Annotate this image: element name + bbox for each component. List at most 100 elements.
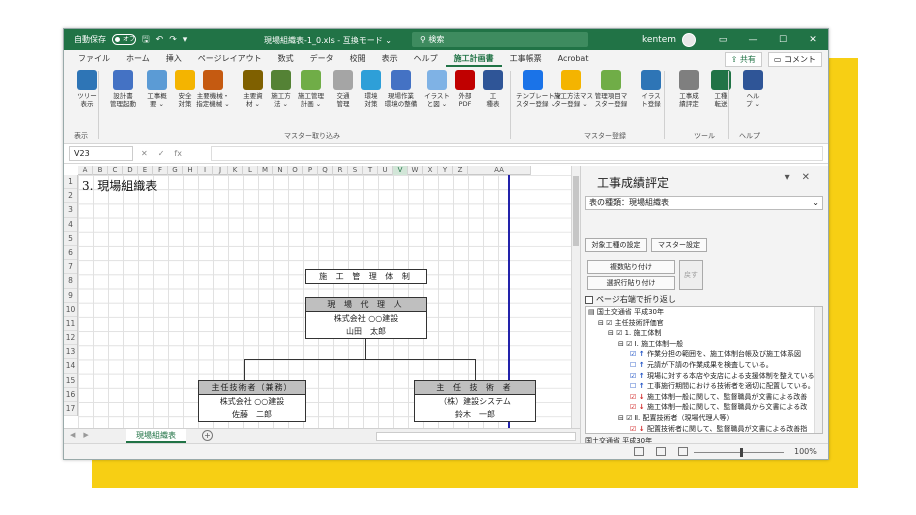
row-header[interactable]: 4 — [64, 218, 77, 232]
tab-view[interactable]: 表示 — [374, 50, 406, 67]
wrap-checkbox-row[interactable]: ページ右端で折り返し — [585, 294, 676, 305]
ribbon-button-7[interactable]: 施工管理 計画 ⌄ — [294, 70, 328, 108]
zoom-slider[interactable] — [694, 448, 784, 457]
column-header[interactable]: Q — [318, 166, 333, 175]
ribbon-button-9[interactable]: 環境 対策 — [354, 70, 388, 108]
tab-insert[interactable]: 挿入 — [158, 50, 190, 67]
wrap-checkbox[interactable] — [585, 295, 593, 304]
column-header[interactable]: I — [198, 166, 213, 175]
row-header[interactable]: 12 — [64, 331, 77, 346]
row-header[interactable]: 15 — [64, 374, 77, 388]
tree-item[interactable]: ⊟ ☑ Ⅱ. 配置技術者（現場代理人等） — [586, 413, 822, 424]
column-header[interactable]: X — [423, 166, 438, 175]
scroll-thumb[interactable] — [573, 176, 579, 246]
tree-item[interactable]: ⊟ ☑ 1. 施工体制 — [586, 328, 822, 339]
tab-formulas[interactable]: 数式 — [270, 50, 302, 67]
page-layout-view-icon[interactable] — [656, 447, 666, 456]
row-header[interactable]: 6 — [64, 246, 77, 261]
column-header[interactable]: Z — [453, 166, 468, 175]
document-title[interactable]: 現場組織表-1_0.xls - 互換モード ⌄ — [264, 35, 392, 46]
vertical-scrollbar[interactable] — [571, 166, 580, 428]
save-icon[interactable]: 🖫 — [142, 32, 150, 48]
tab-page-layout[interactable]: ページレイアウト — [190, 50, 270, 67]
evaluation-tree[interactable]: ▤ 国土交通省 平成30年 ⊟ ☑ 主任技術評価官 ⊟ ☑ 1. 施工体制 ⊟ ☑ Ⅰ… — [585, 306, 823, 434]
page-break-view-icon[interactable] — [678, 447, 688, 456]
undo-paste-button[interactable]: 戻す — [679, 260, 703, 290]
row-header[interactable]: 7 — [64, 260, 77, 275]
column-header[interactable]: Y — [438, 166, 453, 175]
tab-review[interactable]: 校閲 — [342, 50, 374, 67]
formula-input[interactable] — [211, 146, 823, 161]
autosave-toggle[interactable]: オフ — [112, 34, 136, 45]
normal-view-icon[interactable] — [634, 447, 644, 456]
row-header[interactable]: 17 — [64, 402, 77, 417]
ribbon-button-6[interactable]: 施工方 法 ⌄ — [264, 70, 298, 108]
tab-help[interactable]: ヘルプ — [406, 50, 446, 67]
add-sheet-button[interactable]: + — [202, 430, 213, 441]
ribbon-button-1[interactable]: 設計書 管理起動 — [106, 70, 140, 108]
pane-close-icon[interactable]: ✕ — [802, 172, 822, 183]
column-header[interactable]: B — [93, 166, 108, 175]
worksheet[interactable]: A B C D E F G H I J K L M N O P Q R S T U V W X Y Z AA 1 2 3 4 5 6 7 8 9 10… — [64, 166, 571, 428]
column-header[interactable]: R — [333, 166, 348, 175]
ribbon-button-13[interactable]: 工 種表 — [476, 70, 510, 108]
user-name[interactable]: kentem — [642, 35, 676, 45]
row-header[interactable]: 16 — [64, 388, 77, 402]
column-header[interactable]: F — [153, 166, 168, 175]
tree-item[interactable]: ☑ ↓ 施工体制一般に関して、監督職員が文書による改善 — [586, 392, 822, 403]
column-header[interactable]: E — [138, 166, 153, 175]
redo-icon[interactable]: ↷ — [169, 35, 177, 45]
column-header[interactable]: A — [78, 166, 93, 175]
tab-construction-plan[interactable]: 施工計画書 — [445, 50, 502, 67]
column-header[interactable]: C — [108, 166, 123, 175]
ribbon-button-18[interactable]: 工事成 績評定 — [672, 70, 706, 108]
tree-item[interactable]: ☐ ↑ 工事施行期間における技術者を適切に配置している。 — [586, 381, 822, 392]
column-header[interactable]: V — [393, 166, 408, 175]
customize-qat-icon[interactable]: ▾ — [183, 35, 188, 45]
ribbon-button-10[interactable]: 現場作業 環境の整備 — [384, 70, 418, 108]
zoom-level[interactable]: 100% — [794, 447, 817, 456]
column-header[interactable]: J — [213, 166, 228, 175]
column-header[interactable]: H — [183, 166, 198, 175]
tree-item[interactable]: ⊟ ☑ Ⅰ. 施工体制一般 — [586, 339, 822, 350]
column-header[interactable]: G — [168, 166, 183, 175]
tree-item[interactable]: ☑ ↓ 配置技術者に関して、監督職員が文書による改善指 — [586, 424, 822, 433]
ribbon-button-4[interactable]: 主要機械・ 指定機械 ⌄ — [196, 70, 230, 108]
row-header[interactable]: 3 — [64, 203, 77, 218]
comment-button[interactable]: ▭ コメント — [767, 52, 822, 67]
row-header[interactable]: 5 — [64, 232, 77, 246]
tree-item[interactable]: ⊟ ☑ 主任技術評価官 — [586, 318, 822, 329]
horizontal-scrollbar[interactable] — [376, 432, 576, 441]
insert-function-icon[interactable]: fx — [174, 149, 182, 158]
sheet-tab-org-chart[interactable]: 現場組織表 — [126, 429, 186, 443]
column-header[interactable]: T — [363, 166, 378, 175]
target-work-type-button[interactable]: 対象工種の設定 — [585, 238, 647, 252]
enter-icon[interactable]: ✓ — [158, 149, 165, 158]
column-header[interactable]: AA — [468, 166, 531, 175]
tab-construction-forms[interactable]: 工事帳票 — [502, 50, 550, 67]
sheet-nav-arrows[interactable]: ◀▶ — [70, 431, 97, 439]
master-settings-button[interactable]: マスター設定 — [651, 238, 707, 252]
ribbon-button-17[interactable]: イラス ト登録 — [634, 70, 668, 108]
ribbon-button-19[interactable]: 工種 転送 — [704, 70, 738, 108]
column-header[interactable]: O — [288, 166, 303, 175]
column-header[interactable]: L — [243, 166, 258, 175]
column-header[interactable]: M — [258, 166, 273, 175]
column-header[interactable]: S — [348, 166, 363, 175]
maximize-button[interactable]: ☐ — [768, 35, 798, 45]
column-header[interactable]: U — [378, 166, 393, 175]
tab-data[interactable]: データ — [302, 50, 342, 67]
tree-item[interactable]: ☑ ↓ 施工体制一般に関して、監督職員から文書による改 — [586, 402, 822, 413]
tree-item[interactable]: ☐ ↑ 元請が下請の作業成果を検査している。 — [586, 360, 822, 371]
minimize-button[interactable]: — — [738, 35, 768, 45]
close-button[interactable]: ✕ — [798, 35, 828, 45]
tab-acrobat[interactable]: Acrobat — [550, 50, 597, 67]
paste-multiple-button[interactable]: 複数貼り付け — [587, 260, 675, 274]
pane-options-icon[interactable]: ▾ — [785, 172, 802, 183]
zoom-thumb[interactable] — [740, 448, 743, 457]
ribbon-button-15[interactable]: 施工方法マス ター登録 ⌄ — [554, 70, 593, 108]
row-header[interactable]: 8 — [64, 274, 77, 289]
row-header[interactable]: 14 — [64, 359, 77, 374]
row-header[interactable]: 9 — [64, 289, 77, 303]
column-header[interactable]: P — [303, 166, 318, 175]
